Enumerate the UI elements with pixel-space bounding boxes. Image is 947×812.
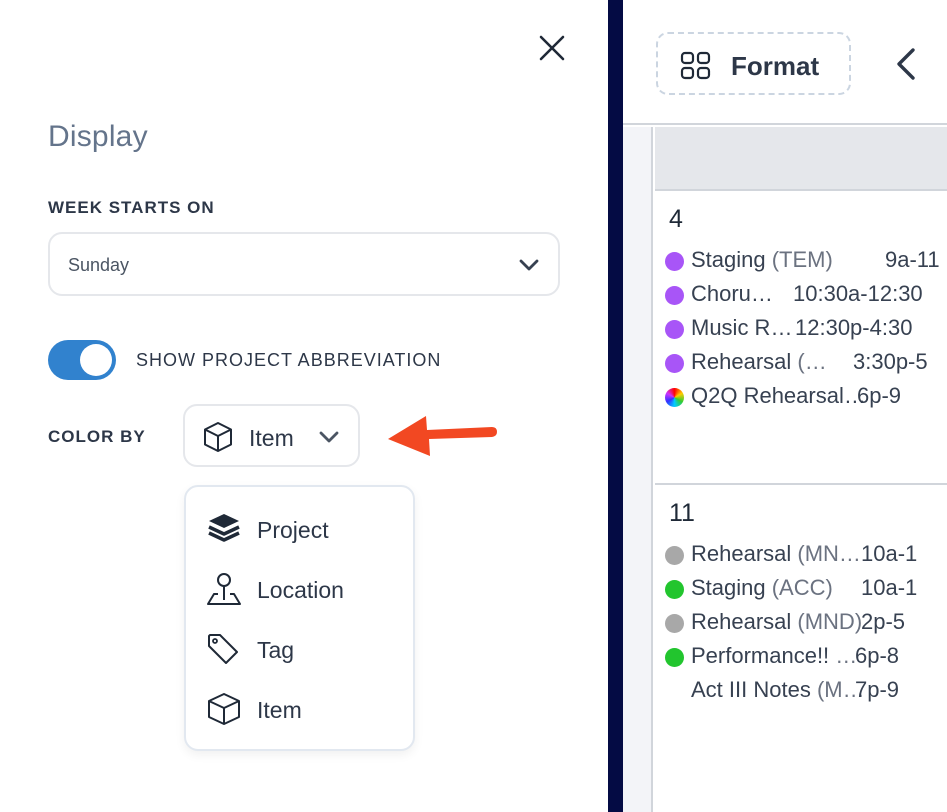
layers-icon [208,514,240,542]
event-project-abbreviation: (MND) [797,609,863,634]
annotation-arrow-icon [388,416,497,456]
color-by-value: Item [249,425,294,451]
menu-item-label: Project [257,517,329,543]
menu-item-label: Item [257,697,302,723]
event-time: 10a-1 [861,575,918,600]
event-title: Staging (ACC) [691,575,833,600]
calendar-event[interactable]: Q2Q Rehearsal… 6p-9 [665,383,947,415]
chevron-left-icon [897,48,915,80]
event-title: Rehearsal (MND) [691,609,863,634]
show-project-abbreviation-label: SHOW PROJECT ABBREVIATION [136,350,442,370]
calendar-event[interactable]: Rehearsal (… 3:30p-5 [665,349,947,381]
menu-item-tag[interactable]: Tag [186,619,413,679]
event-color-dot [665,580,684,599]
event-time: 2p-5 [861,609,906,634]
event-title: Q2Q Rehearsal… [691,383,866,408]
calendar-view: Format 4 Staging (TEM) 9a-11 Choru… 10:30a-… [623,0,947,812]
cube-icon [208,693,240,725]
event-title: Choru… [691,281,773,306]
menu-item-location[interactable]: Location [186,559,413,619]
menu-item-project[interactable]: Project [186,499,413,559]
chevron-down-icon [519,259,539,271]
calendar-event[interactable]: Rehearsal (MND) 2p-5 [665,609,947,641]
event-time: 6p-9 [857,383,902,408]
event-color-dot [665,546,684,565]
event-title: Rehearsal (… [691,349,827,374]
event-time: 12:30p-4:30 [795,315,913,340]
previous-button[interactable] [891,44,921,84]
event-color-dot [665,252,684,271]
event-color-dot [665,354,684,373]
format-button[interactable]: Format [656,32,851,95]
event-title: Staging (TEM) [691,247,833,272]
event-title: Act III Notes (M… [691,677,865,702]
event-time: 10a-1 [861,541,918,566]
display-settings-panel: Display WEEK STARTS ON Sunday SHOW PROJE… [0,0,608,812]
event-project-abbreviation: (ACC) [771,575,833,600]
event-color-dot [665,648,684,667]
day-cell[interactable]: 4 Staging (TEM) 9a-11 Choru… 10:30a-12:30 Mu… [655,193,947,485]
event-title: Rehearsal (MN… [691,541,861,566]
day-number: 11 [669,499,695,527]
event-time: 6p-8 [855,643,900,668]
color-by-label: COLOR BY [48,427,146,446]
grid-icon [680,51,711,80]
cube-icon [204,422,232,452]
tag-icon [208,634,238,664]
show-project-abbreviation-toggle[interactable] [48,340,116,380]
week-starts-on-label: WEEK STARTS ON [48,198,215,217]
panel-divider [608,0,623,812]
map-pin-icon [207,573,241,605]
event-time: 9a-11 [885,247,940,272]
calendar-event[interactable]: Staging (ACC) 10a-1 [665,575,947,607]
event-project-abbreviation: (… [797,349,827,374]
calendar-header-row [655,127,947,191]
panel-title: Display [48,120,148,153]
menu-item-item[interactable]: Item [186,679,413,739]
calendar-event[interactable]: Choru… 10:30a-12:30 [665,281,947,313]
menu-item-label: Tag [257,637,295,663]
color-by-menu: Project Location Tag Item [184,485,415,751]
event-project-abbreviation: … [835,643,858,668]
day-cell[interactable]: 11 Rehearsal (MN… 10a-1 Staging (ACC) 10a-1… [655,487,947,812]
calendar-event[interactable]: Performance!! … 6p-8 [665,643,947,675]
event-time: 7p-9 [855,677,900,702]
calendar-gutter [623,127,653,812]
close-button[interactable] [536,32,568,64]
event-color-dot [665,614,684,633]
event-color-dot [665,320,684,339]
chevron-down-icon [319,431,339,443]
calendar-toolbar: Format [623,0,947,125]
event-project-abbreviation: (MN… [797,541,861,566]
week-starts-on-select[interactable]: Sunday [48,232,560,296]
calendar-event[interactable]: Act III Notes (M… 7p-9 [665,677,947,709]
toggle-knob [80,344,112,376]
calendar-event[interactable]: Staging (TEM) 9a-11 [665,247,947,279]
event-color-dot [665,388,684,407]
menu-item-label: Location [257,577,344,603]
event-title: Music R… [691,315,793,340]
calendar-event[interactable]: Rehearsal (MN… 10a-1 [665,541,947,573]
close-icon [539,35,565,61]
event-time: 10:30a-12:30 [793,281,923,306]
event-color-dot [665,286,684,305]
color-by-dropdown[interactable]: Item [183,404,360,467]
week-starts-on-value: Sunday [68,255,130,275]
day-number: 4 [669,205,683,233]
event-time: 3:30p-5 [853,349,928,374]
event-project-abbreviation: (TEM) [771,247,833,272]
calendar-event[interactable]: Music R… 12:30p-4:30 [665,315,947,347]
event-title: Performance!! … [691,643,858,668]
format-label: Format [731,51,820,81]
